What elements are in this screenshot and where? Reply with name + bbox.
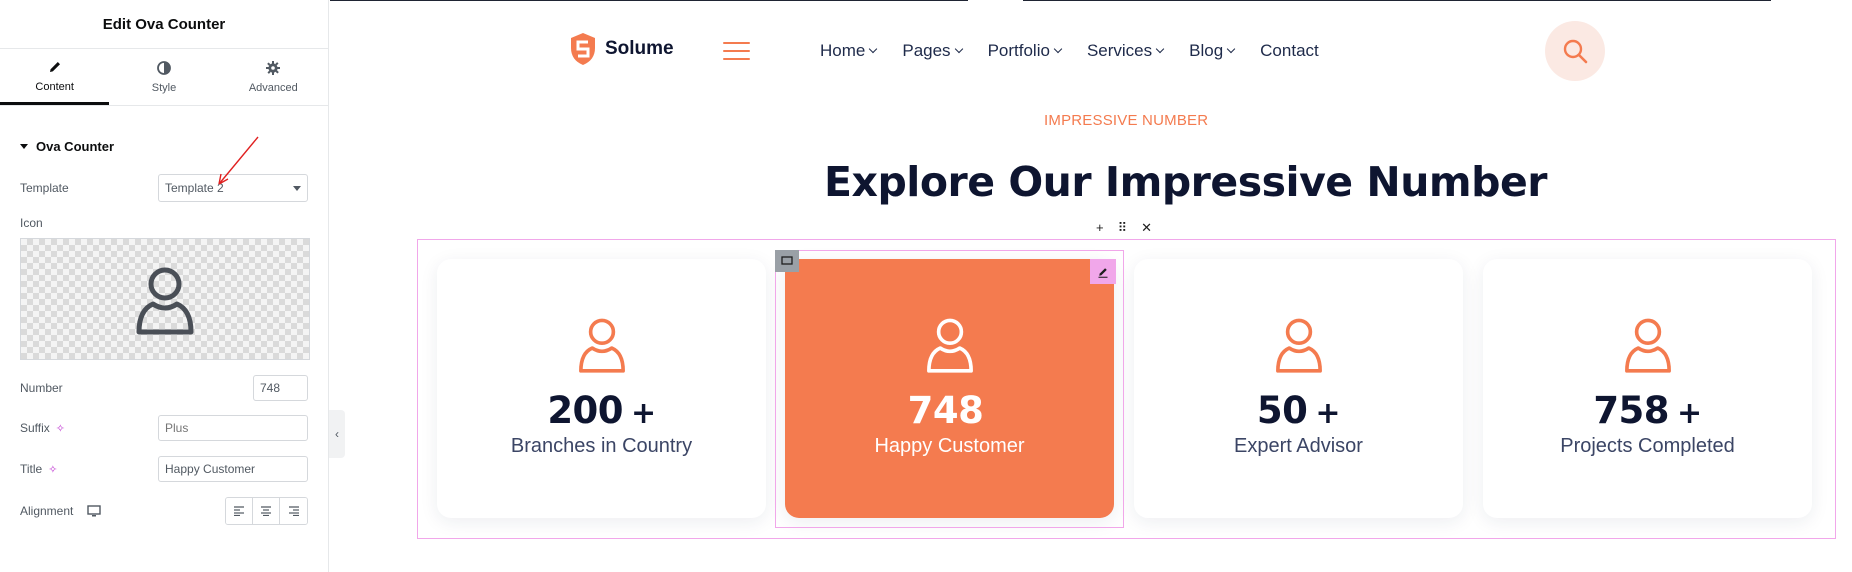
pencil-icon (49, 61, 60, 72)
counter-card[interactable]: 50 + Expert Advisor (1134, 259, 1463, 518)
edit-widget-button[interactable] (1090, 259, 1116, 284)
number-input[interactable] (253, 375, 308, 401)
tab-style-label: Style (151, 82, 177, 94)
icon-label: Icon (20, 216, 43, 230)
user-icon (578, 318, 625, 373)
close-icon[interactable]: ✕ (1141, 220, 1152, 236)
nav-home[interactable]: Home (820, 41, 878, 61)
caret-down-icon (20, 144, 28, 149)
drag-handle-icon[interactable]: ⠿ (1118, 220, 1128, 236)
number-row: Number (20, 375, 308, 401)
suffix-row: Suffix ✧ (20, 415, 308, 441)
brand-name: Solume (605, 38, 674, 59)
nav-blog[interactable]: Blog (1189, 41, 1236, 61)
chevron-down-icon (954, 44, 963, 54)
dropdown-caret-icon (293, 185, 301, 191)
tab-content-label: Content (35, 80, 74, 93)
panel-tabs: Content Style Advanced (0, 49, 328, 106)
tab-content[interactable]: Content (0, 49, 110, 105)
site-logo[interactable]: Solume (569, 32, 674, 66)
half-circle-icon (157, 61, 171, 75)
user-icon (1275, 318, 1322, 373)
nav-services[interactable]: Services (1087, 41, 1165, 61)
section-eyebrow: IMPRESSIVE NUMBER (1044, 112, 1209, 129)
align-right-button[interactable] (280, 498, 307, 524)
ai-sparkle-icon[interactable]: ✧ (56, 422, 65, 435)
hamburger-menu-button[interactable] (723, 42, 750, 66)
counter-title: Projects Completed (1560, 435, 1735, 457)
nav-portfolio[interactable]: Portfolio (988, 41, 1063, 61)
tab-advanced[interactable]: Advanced (219, 49, 328, 105)
chevron-down-icon (1226, 44, 1236, 54)
template-label: Template (20, 181, 69, 195)
editor-panel: Edit Ova Counter Content Style Advanced … (0, 0, 329, 572)
counter-number: 50 + (1256, 389, 1341, 432)
counter-card[interactable]: 758 + Projects Completed (1483, 259, 1812, 518)
section-heading: Explore Our Impressive Number (824, 158, 1547, 206)
panel-header: Edit Ova Counter (0, 0, 328, 49)
chevron-down-icon (1053, 44, 1063, 54)
nav-contact[interactable]: Contact (1260, 41, 1319, 61)
add-section-icon[interactable]: + (1096, 220, 1104, 235)
align-right-icon (288, 506, 299, 516)
annotation-arrow-icon (218, 136, 259, 185)
alignment-control (225, 497, 308, 525)
counter-title: Expert Advisor (1234, 435, 1363, 457)
suffix-label: Suffix ✧ (20, 421, 66, 435)
suffix-input[interactable] (158, 415, 308, 441)
align-left-button[interactable] (226, 498, 253, 524)
title-label: Title ✧ (20, 462, 58, 476)
number-label: Number (20, 381, 63, 395)
user-icon (136, 267, 194, 335)
user-icon (1624, 318, 1671, 373)
align-center-button[interactable] (253, 498, 280, 524)
counter-number: 200 + (547, 389, 656, 432)
column-handle-button[interactable] (775, 250, 799, 272)
top-divider (330, 0, 968, 1)
panel-title: Edit Ova Counter (102, 15, 226, 33)
gear-icon (266, 61, 281, 75)
title-row: Title ✧ (20, 456, 308, 482)
top-divider (1023, 0, 1771, 1)
icon-row: Icon (20, 216, 308, 230)
counter-card[interactable]: 200 + Branches in Country (437, 259, 766, 518)
counter-number: 758 + (1593, 389, 1702, 432)
align-left-icon (234, 506, 244, 516)
tab-style[interactable]: Style (109, 49, 218, 105)
desktop-icon[interactable] (87, 505, 102, 517)
alignment-label: Alignment (20, 504, 102, 518)
chevron-down-icon (1155, 44, 1165, 54)
align-center-icon (261, 506, 271, 516)
main-nav: Home Pages Portfolio Services Blog Conta… (820, 41, 1345, 61)
section-handle: + ⠿ ✕ (1077, 216, 1171, 239)
alignment-row: Alignment (20, 497, 308, 525)
search-icon (1563, 39, 1588, 64)
counter-title: Branches in Country (510, 435, 693, 457)
title-input[interactable] (158, 456, 308, 482)
icon-picker[interactable] (20, 238, 310, 360)
section-title: Ova Counter (36, 139, 115, 154)
search-button[interactable] (1545, 21, 1605, 81)
nav-pages[interactable]: Pages (902, 41, 963, 61)
pencil-icon (1098, 267, 1108, 278)
tab-advanced-label: Advanced (248, 82, 298, 94)
ai-sparkle-icon[interactable]: ✧ (48, 463, 57, 476)
column-icon (781, 256, 793, 265)
selected-widget-outline (775, 250, 1124, 528)
shield-logo-icon (571, 33, 595, 65)
chevron-down-icon (869, 44, 878, 54)
